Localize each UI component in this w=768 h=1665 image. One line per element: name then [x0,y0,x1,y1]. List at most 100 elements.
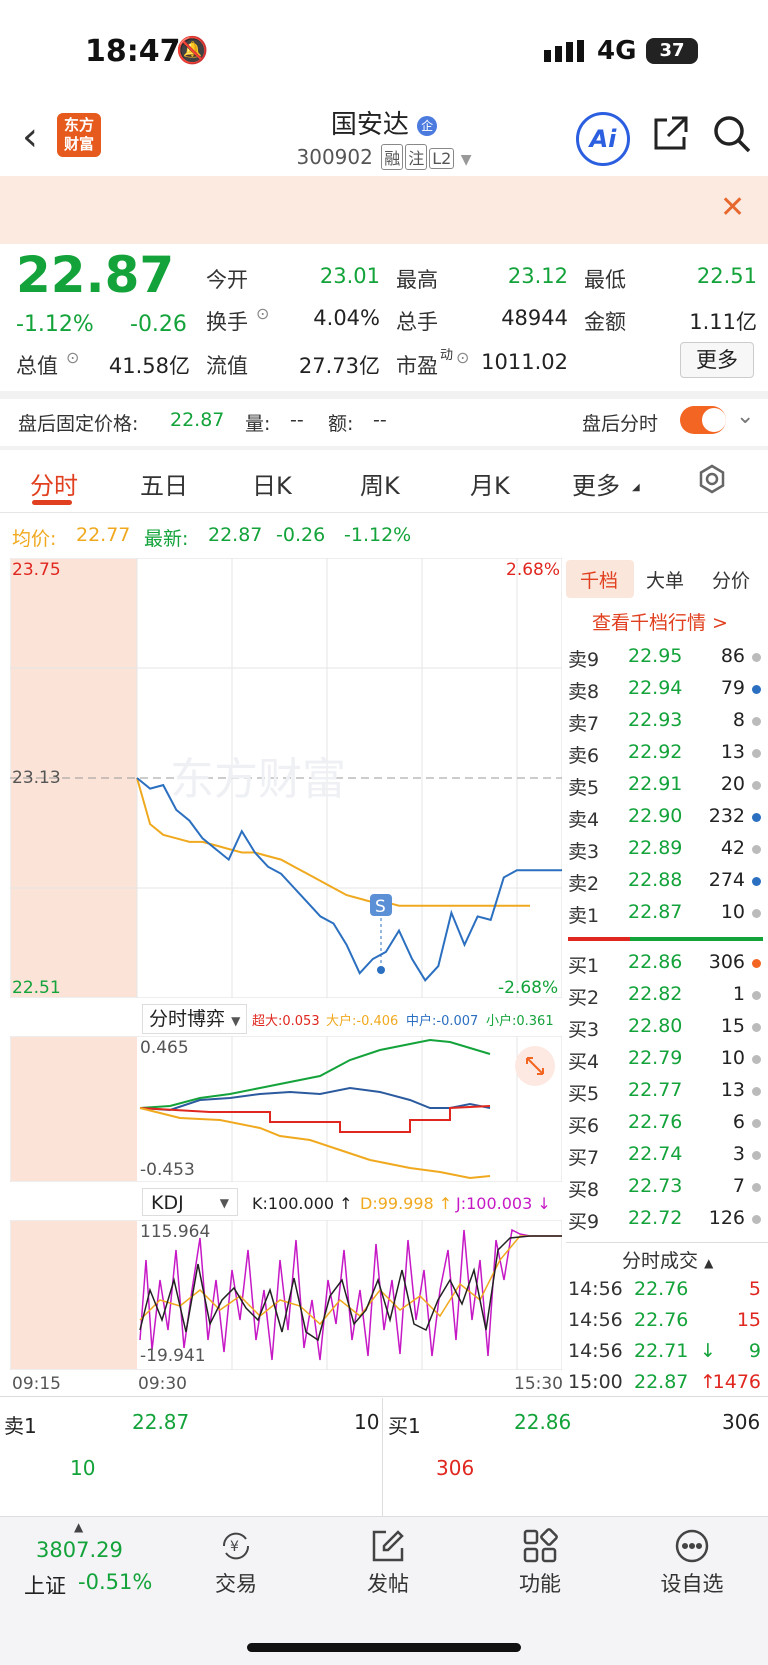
view-depth-link[interactable]: 查看千档行情 > [592,608,728,635]
caret-icon: ◢ [632,482,640,493]
bid-bar [630,937,763,941]
watchlist-icon[interactable] [674,1528,710,1568]
nav-post[interactable]: 发帖 [338,1568,438,1598]
trade-volume: 5 [748,1278,761,1300]
info-icon[interactable]: ⊙ [66,348,79,367]
ask-price: 22.87 [628,901,683,923]
functions-icon[interactable] [522,1528,558,1568]
mktcap-label: 总值 [16,354,58,378]
divider [0,446,768,450]
tab-more[interactable]: 更多 [572,466,620,501]
flow-chart[interactable] [10,1036,562,1182]
pe-label: 市盈 [396,354,438,378]
ask-row[interactable]: 卖1 22.87 10 [568,897,763,929]
pe-value: 1011.02 [481,350,568,374]
bid-row[interactable]: 买9 22.72 126 [568,1203,763,1235]
home-indicator[interactable] [247,1643,521,1652]
verified-icon: 企 [417,115,438,136]
bid-dot [752,959,761,968]
ask-row[interactable]: 卖6 22.92 13 [568,737,763,769]
ask-row[interactable]: 卖9 22.95 86 [568,641,763,673]
ask-volume: 10 [720,901,745,923]
ask-volume: 86 [720,645,745,667]
tab-daily[interactable]: 日K [252,466,292,501]
trade-row: 14:56 22.76 15 [568,1307,763,1337]
bq-ask-price: 22.87 [132,1410,190,1434]
ask-dot [752,653,761,662]
search-icon[interactable] [712,114,752,158]
y-top-label: 23.75 [12,560,61,580]
tab-underline [32,500,72,505]
ask-dot [752,717,761,726]
float-label: 流值 [206,354,248,378]
bid-row[interactable]: 买8 22.73 7 [568,1171,763,1203]
bid-volume: 13 [720,1079,745,1101]
bid-price: 22.77 [628,1079,683,1101]
bid-dot [752,1119,761,1128]
status-time: 18:47 [85,34,181,69]
tab-price-dist[interactable]: 分价 [712,566,750,593]
price-chart[interactable]: 东方财富 S [10,558,562,998]
bid-row[interactable]: 买4 22.79 10 [568,1043,763,1075]
tab-big-order[interactable]: 大单 [646,566,684,593]
bq-ask-vol-detail: 10 [70,1456,96,1480]
trade-price: 22.87 [634,1371,689,1393]
share-icon[interactable] [650,114,690,158]
network-label: 4G [597,36,637,66]
post-icon[interactable] [370,1528,406,1568]
more-button[interactable]: 更多 [680,342,754,378]
bid-row[interactable]: 买6 22.76 6 [568,1107,763,1139]
bq-bid-price: 22.86 [514,1410,572,1434]
ask-volume: 8 [732,709,745,731]
ask-volume: 20 [720,773,745,795]
chevron-down-icon[interactable]: ⌄ [736,404,754,429]
indicator-select-kdj[interactable]: KDJ ▼ [142,1188,238,1216]
tab-five-day[interactable]: 五日 [140,466,188,501]
tab-intraday[interactable]: 分时 [30,466,78,501]
avg-label: 均价: [12,528,57,550]
tab-monthly[interactable]: 月K [470,466,510,501]
tab-weekly[interactable]: 周K [360,466,400,501]
tab-thousand-level[interactable]: 千档 [580,566,618,593]
ai-button[interactable]: Ai [576,112,630,166]
caret-up-icon: ▲ [704,1256,714,1270]
ask-row[interactable]: 卖3 22.89 42 [568,833,763,865]
trade-time: 15:00 [568,1371,623,1393]
nav-watchlist[interactable]: 设自选 [642,1568,742,1598]
kdj-chart[interactable] [10,1220,562,1370]
ask-label: 卖5 [568,777,600,799]
ask-row[interactable]: 卖5 22.91 20 [568,769,763,801]
bid-price: 22.86 [628,951,683,973]
close-icon[interactable]: ✕ [720,190,745,225]
bid-row[interactable]: 买1 22.86 306 [568,947,763,979]
info-icon[interactable]: ⊙ [256,304,269,323]
after-hours-vol-label: 量: [245,413,271,435]
trade-icon[interactable]: ¥ [216,1528,256,1568]
ask-bar [568,937,630,941]
kdj-d: D:99.998 ↑ [360,1194,453,1213]
nav-trade[interactable]: 交易 [186,1568,286,1598]
ask-volume: 79 [720,677,745,699]
index-value[interactable]: 3807.29 [36,1538,123,1562]
bid-volume: 6 [732,1111,745,1133]
nav-functions[interactable]: 功能 [490,1568,590,1598]
ask-row[interactable]: 卖8 22.94 79 [568,673,763,705]
amount-label: 金额 [584,310,626,334]
bid-row[interactable]: 买3 22.80 15 [568,1011,763,1043]
indicator-select-flow[interactable]: 分时博弈 ▼ [142,1004,248,1034]
info-icon[interactable]: ⊙ [456,348,469,367]
trades-title[interactable]: 分时成交 ▲ [622,1246,713,1273]
index-change[interactable]: -0.51% [78,1570,152,1594]
open-label: 今开 [206,268,248,292]
turnover-label: 换手 [206,310,248,334]
ask-row[interactable]: 卖4 22.90 232 [568,801,763,833]
index-name[interactable]: 上证 [24,1570,66,1600]
ask-row[interactable]: 卖2 22.88 274 [568,865,763,897]
bid-row[interactable]: 买5 22.77 13 [568,1075,763,1107]
bq-bid-vol-detail: 306 [436,1456,475,1480]
ask-row[interactable]: 卖7 22.93 8 [568,705,763,737]
after-hours-vol: -- [290,409,304,431]
gear-icon[interactable] [696,463,728,499]
bid-row[interactable]: 买7 22.74 3 [568,1139,763,1171]
bid-row[interactable]: 买2 22.82 1 [568,979,763,1011]
